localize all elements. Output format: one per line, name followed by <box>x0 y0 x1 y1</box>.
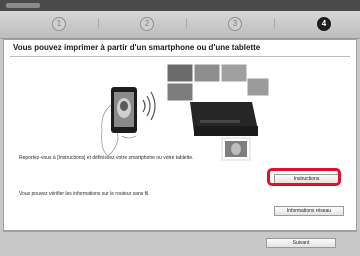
smartphone-printing-illustration <box>101 63 270 161</box>
network-info-button[interactable]: Informations réseau <box>274 206 344 216</box>
title-bar <box>0 0 360 11</box>
footer-divider <box>3 231 357 232</box>
wireless-wave-icon <box>142 99 146 113</box>
photo-thumbnail <box>220 63 248 83</box>
step-3-indicator: 3 <box>228 17 242 31</box>
step-progress-bar: 1 2 3 4 <box>0 11 360 39</box>
instructions-note: Reportez-vous à [Instructions] et défini… <box>19 155 194 161</box>
step-separator <box>186 19 187 29</box>
photo-thumbnail <box>246 77 270 97</box>
main-panel: Vous pouvez imprimer à partir d'un smart… <box>3 39 357 231</box>
next-button[interactable]: Suivant <box>266 238 336 248</box>
setup-window: 1 2 3 4 Vous pouvez imprimer à partir d'… <box>0 0 360 256</box>
step-separator <box>274 19 275 29</box>
step-separator <box>98 19 99 29</box>
router-note: Vous pouvez vérifier les informations su… <box>19 191 150 197</box>
instructions-highlight <box>267 168 341 186</box>
photo-thumbnail <box>166 63 194 83</box>
photo-thumbnail <box>193 63 221 83</box>
window-title-redacted <box>6 3 40 8</box>
photo-thumbnail <box>166 82 194 102</box>
step-1-indicator: 1 <box>52 17 66 31</box>
step-4-indicator: 4 <box>317 17 331 31</box>
step-2-indicator: 2 <box>140 17 154 31</box>
